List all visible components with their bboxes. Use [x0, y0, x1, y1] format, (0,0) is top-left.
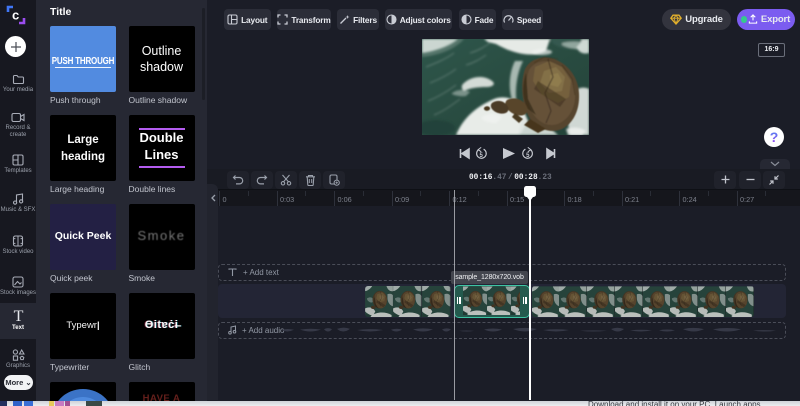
svg-text:?: ? — [770, 129, 779, 145]
svg-text:c: c — [12, 8, 19, 23]
svg-text:T: T — [13, 308, 23, 323]
